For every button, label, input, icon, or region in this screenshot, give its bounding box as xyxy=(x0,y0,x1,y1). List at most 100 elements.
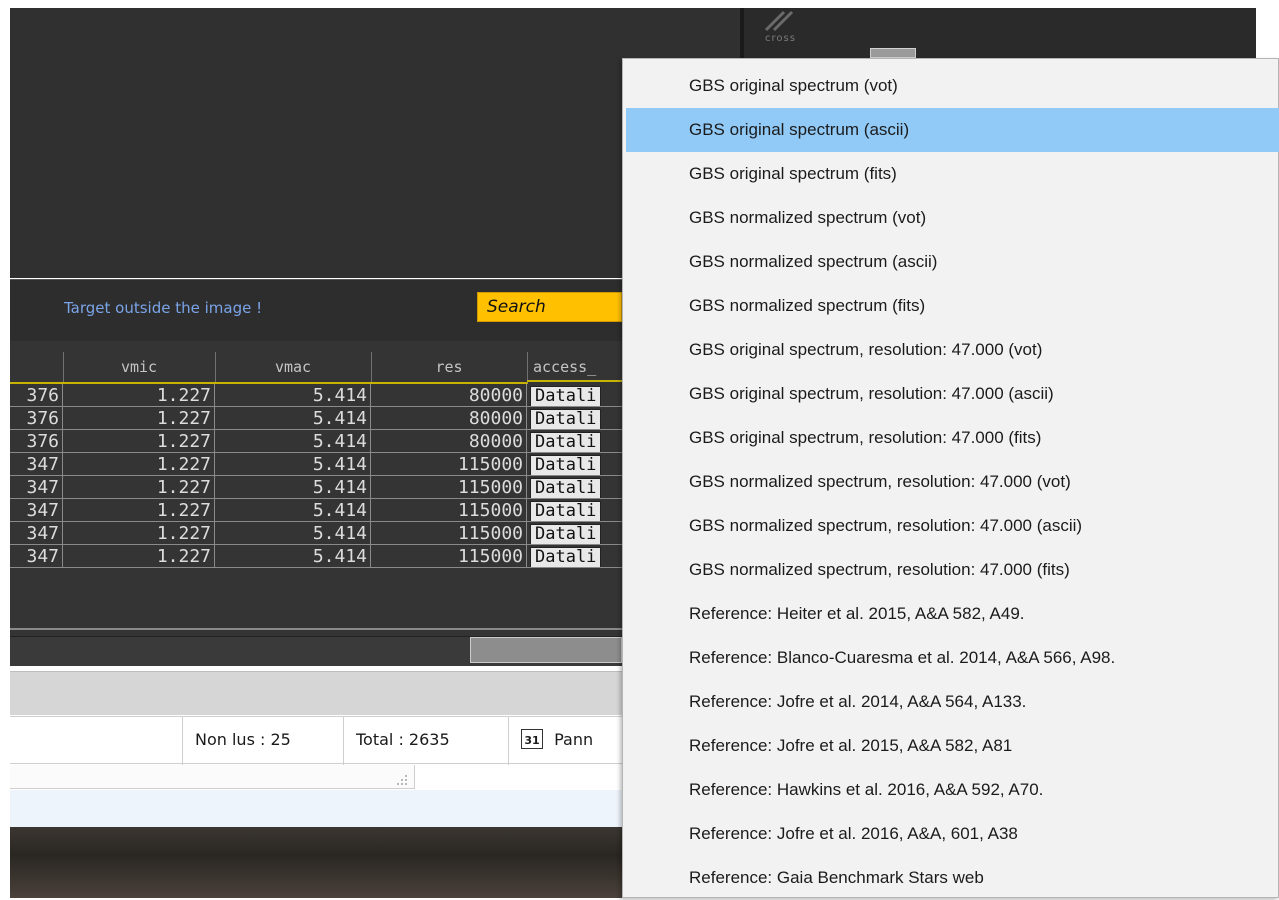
column-header-res[interactable]: res xyxy=(371,352,528,384)
cell-vmac: 5.414 xyxy=(215,522,371,545)
datalink-button[interactable]: Datali xyxy=(530,386,602,406)
datalink-button[interactable]: Datali xyxy=(530,524,602,544)
menu-item[interactable]: Reference: Gaia Benchmark Stars web xyxy=(626,856,1279,900)
cell-prev: 376 xyxy=(10,384,63,407)
cell-res: 80000 xyxy=(371,430,527,453)
cell-vmic: 1.227 xyxy=(63,453,215,476)
menu-item[interactable]: GBS original spectrum, resolution: 47.00… xyxy=(626,328,1279,372)
cell-res: 115000 xyxy=(371,476,527,499)
datalink-button[interactable]: Datali xyxy=(530,547,602,567)
cell-vmic: 1.227 xyxy=(63,522,215,545)
cell-vmic: 1.227 xyxy=(63,476,215,499)
menu-item[interactable]: GBS original spectrum, resolution: 47.00… xyxy=(626,372,1279,416)
column-header-access[interactable]: access_ xyxy=(527,352,622,382)
table-row[interactable]: 376 1.227 5.414 80000 Datali xyxy=(10,384,622,407)
cell-vmic: 1.227 xyxy=(63,545,215,568)
cell-access: Datali xyxy=(527,453,622,476)
target-message: Target outside the image ! xyxy=(64,299,263,317)
menu-item[interactable]: GBS original spectrum (fits) xyxy=(626,152,1279,196)
table-row[interactable]: 347 1.227 5.414 115000 Datali xyxy=(10,453,622,476)
cell-access: Datali xyxy=(527,522,622,545)
column-header-vmac[interactable]: vmac xyxy=(215,352,372,384)
menu-item[interactable]: GBS normalized spectrum, resolution: 47.… xyxy=(626,460,1279,504)
menu-item[interactable]: GBS normalized spectrum (fits) xyxy=(626,284,1279,328)
panel-label: Pann xyxy=(554,730,594,749)
cell-prev: 347 xyxy=(10,476,63,499)
table-row[interactable]: 376 1.227 5.414 80000 Datali xyxy=(10,407,622,430)
datalink-button[interactable]: Datali xyxy=(530,432,602,452)
calendar-icon: 31 xyxy=(521,728,543,749)
datalink-button[interactable]: Datali xyxy=(530,409,602,429)
table-header: vmic vmac res access_ xyxy=(10,352,622,384)
menu-item[interactable]: GBS original spectrum, resolution: 47.00… xyxy=(626,416,1279,460)
cell-access: Datali xyxy=(527,407,622,430)
menu-item[interactable]: Reference: Hawkins et al. 2016, A&A 592,… xyxy=(626,768,1279,812)
datalink-button[interactable]: Datali xyxy=(530,478,602,498)
cell-vmic: 1.227 xyxy=(63,499,215,522)
column-header-vmic[interactable]: vmic xyxy=(63,352,216,384)
table-row-partial xyxy=(10,628,622,636)
cell-vmac: 5.414 xyxy=(215,384,371,407)
cell-res: 115000 xyxy=(371,499,527,522)
cell-access: Datali xyxy=(527,545,622,568)
menu-item[interactable]: GBS normalized spectrum, resolution: 47.… xyxy=(626,548,1279,592)
total-count: Total : 2635 xyxy=(343,717,520,765)
cell-access: Datali xyxy=(527,430,622,453)
compose-area-edge xyxy=(10,765,415,789)
mail-status-bar: Non lus : 25 Total : 2635 31 Pann xyxy=(10,716,622,765)
cell-res: 80000 xyxy=(371,407,527,430)
menu-item[interactable]: GBS normalized spectrum, resolution: 47.… xyxy=(626,504,1279,548)
cell-res: 115000 xyxy=(371,545,527,568)
unread-count: Non lus : 25 xyxy=(182,717,355,765)
table-row[interactable]: 347 1.227 5.414 115000 Datali xyxy=(10,476,622,499)
cell-access: Datali xyxy=(527,384,622,407)
cell-vmac: 5.414 xyxy=(215,476,371,499)
cell-prev: 347 xyxy=(10,545,63,568)
table-row[interactable]: 376 1.227 5.414 80000 Datali xyxy=(10,430,622,453)
desktop-wallpaper xyxy=(10,827,622,898)
cell-res: 115000 xyxy=(371,522,527,545)
tool-tab[interactable] xyxy=(870,48,916,58)
menu-item[interactable]: Reference: Heiter et al. 2015, A&A 582, … xyxy=(626,592,1279,636)
cell-vmic: 1.227 xyxy=(63,430,215,453)
window-footer xyxy=(10,671,622,715)
cell-vmac: 5.414 xyxy=(215,545,371,568)
cell-vmac: 5.414 xyxy=(215,430,371,453)
menu-item[interactable]: GBS original spectrum (vot) xyxy=(626,64,1279,108)
menu-item[interactable]: Reference: Blanco-Cuaresma et al. 2014, … xyxy=(626,636,1279,680)
cell-vmic: 1.227 xyxy=(63,407,215,430)
cell-vmic: 1.227 xyxy=(63,384,215,407)
scrollbar-thumb[interactable] xyxy=(470,637,622,663)
cell-prev: 347 xyxy=(10,499,63,522)
cell-vmac: 5.414 xyxy=(215,453,371,476)
menu-item[interactable]: Reference: Jofre et al. 2015, A&A 582, A… xyxy=(626,724,1279,768)
panel-button[interactable]: 31 Pann xyxy=(508,717,635,765)
datalink-button[interactable]: Datali xyxy=(530,455,602,475)
resize-grip-icon[interactable] xyxy=(396,774,408,786)
cell-prev: 347 xyxy=(10,453,63,476)
cell-prev: 347 xyxy=(10,522,63,545)
menu-item[interactable]: Reference: Jofre et al. 2014, A&A 564, A… xyxy=(626,680,1279,724)
table-row[interactable]: 347 1.227 5.414 115000 Datali xyxy=(10,499,622,522)
cell-access: Datali xyxy=(527,499,622,522)
menu-item[interactable]: GBS normalized spectrum (vot) xyxy=(626,196,1279,240)
cross-tool-icon[interactable] xyxy=(762,8,802,34)
datalink-button[interactable]: Datali xyxy=(530,501,602,521)
window-background xyxy=(10,790,622,827)
menu-item[interactable]: Reference: Jofre et al. 2016, A&A, 601, … xyxy=(626,812,1279,856)
table-row[interactable]: 347 1.227 5.414 115000 Datali xyxy=(10,545,622,568)
table-row[interactable]: 347 1.227 5.414 115000 Datali xyxy=(10,522,622,545)
cross-tool-label: cross xyxy=(765,33,796,44)
cell-res: 115000 xyxy=(371,453,527,476)
cell-vmac: 5.414 xyxy=(215,407,371,430)
search-input[interactable]: Search xyxy=(477,292,622,322)
tool-panel xyxy=(744,8,1256,58)
cell-prev: 376 xyxy=(10,407,63,430)
cell-vmac: 5.414 xyxy=(215,499,371,522)
menu-item[interactable]: GBS original spectrum (ascii) xyxy=(626,108,1279,152)
column-header-previous[interactable] xyxy=(10,352,64,384)
menu-item[interactable]: GBS normalized spectrum (ascii) xyxy=(626,240,1279,284)
cell-access: Datali xyxy=(527,476,622,499)
cell-res: 80000 xyxy=(371,384,527,407)
cell-prev: 376 xyxy=(10,430,63,453)
